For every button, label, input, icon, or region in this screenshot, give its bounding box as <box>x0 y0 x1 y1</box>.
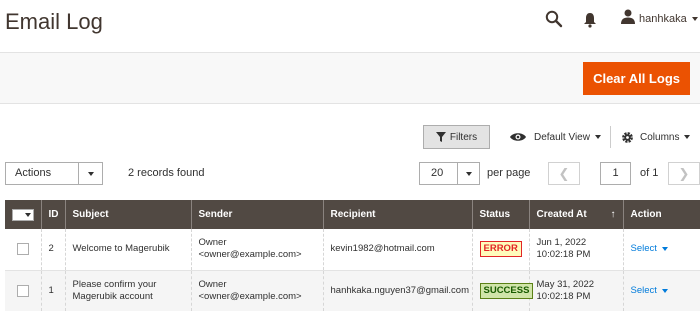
cell-id: 1 <box>40 270 65 311</box>
created-time: 10:02:18 PM <box>536 249 591 261</box>
cell-status: ERROR <box>471 229 529 271</box>
cell-subject: Welcome to Magerubik <box>64 229 191 271</box>
search-icon[interactable] <box>545 10 563 28</box>
status-badge: SUCCESS <box>479 282 534 299</box>
eye-icon <box>510 133 526 141</box>
column-header-sender[interactable]: Sender <box>190 200 323 229</box>
sender-email: <owner@example.com> <box>198 290 302 302</box>
cell-subject: Please confirm your Magerubik account <box>64 270 191 311</box>
row-action-label: Select <box>630 243 657 255</box>
clear-all-logs-button[interactable]: Clear All Logs <box>583 62 690 95</box>
subject-line: Please confirm your <box>72 278 157 290</box>
default-view-label: Default View <box>534 131 590 143</box>
row-checkbox[interactable] <box>17 243 29 256</box>
mass-actions-label: Actions <box>15 167 52 179</box>
chevron-down-icon <box>691 17 698 21</box>
column-header-action: Action <box>622 200 700 229</box>
row-checkbox[interactable] <box>17 284 29 297</box>
previous-page-button[interactable]: ❮ <box>548 162 580 185</box>
cell-recipient: kevin1982@hotmail.com <box>322 229 472 271</box>
row-action-select[interactable]: Select <box>631 285 694 297</box>
next-page-button[interactable]: ❯ <box>668 162 700 185</box>
filter-icon <box>435 132 446 142</box>
columns-dropdown[interactable]: Columns <box>621 126 691 148</box>
table-header-row: ID Subject Sender Recipient Status Creat… <box>5 200 700 229</box>
cell-status: SUCCESS <box>471 270 534 311</box>
cell-sender: Owner <owner@example.com> <box>190 229 323 271</box>
records-found: 2 records found <box>128 167 205 179</box>
gear-icon <box>622 131 633 143</box>
user-name: hanhkaka <box>639 13 687 25</box>
current-page-input[interactable]: 1 <box>600 162 631 185</box>
cell-created-at: Jun 1, 2022 10:02:18 PM <box>528 229 623 271</box>
column-header-created-at[interactable]: Created At ↑ <box>528 200 623 229</box>
cell-action: Select <box>622 229 700 271</box>
table-row: 1 Please confirm your Magerubik account … <box>5 270 700 311</box>
cell-action: Select <box>622 270 700 311</box>
column-header-id[interactable]: ID <box>40 200 65 229</box>
page-title: Email Log <box>5 9 103 34</box>
table-row: 2 Welcome to Magerubik Owner <owner@exam… <box>5 229 700 271</box>
sender-email: <owner@example.com> <box>198 249 302 261</box>
sender-name: Owner <box>198 237 227 249</box>
filters-label: Filters <box>449 131 478 143</box>
created-date: May 31, 2022 <box>536 278 595 290</box>
per-page-label: per page <box>487 167 531 179</box>
divider <box>610 126 611 148</box>
mass-select-header[interactable] <box>5 200 41 229</box>
user-icon <box>621 9 635 29</box>
chevron-down-icon <box>457 163 479 184</box>
mass-actions-select[interactable]: Actions <box>5 162 103 185</box>
created-date: Jun 1, 2022 <box>536 237 587 249</box>
sender-name: Owner <box>198 278 227 290</box>
columns-label: Columns <box>640 131 680 143</box>
per-page-value: 20 <box>431 167 444 179</box>
cell-id: 2 <box>40 229 65 271</box>
cell-sender: Owner <owner@example.com> <box>190 270 323 311</box>
chevron-down-icon <box>661 247 668 252</box>
bell-icon[interactable] <box>583 12 597 28</box>
column-header-subject[interactable]: Subject <box>64 200 191 229</box>
created-at-label: Created At <box>536 209 587 220</box>
mass-select-checkbox[interactable] <box>12 208 34 221</box>
default-view-dropdown[interactable]: Default View <box>510 126 601 148</box>
column-header-status[interactable]: Status <box>471 200 529 229</box>
page-actions-bar: Clear All Logs <box>0 52 700 104</box>
sort-arrow-icon: ↑ <box>610 209 616 220</box>
total-pages: of 1 <box>640 167 659 179</box>
chevron-down-icon <box>684 135 691 139</box>
filters-button[interactable]: Filters <box>423 125 490 149</box>
row-action-select[interactable]: Select <box>631 243 694 255</box>
user-menu[interactable]: hanhkaka <box>621 9 698 29</box>
column-header-recipient[interactable]: Recipient <box>322 200 472 229</box>
chevron-down-icon <box>594 135 601 139</box>
chevron-down-icon <box>661 288 668 293</box>
cell-recipient: hanhkaka.nguyen37@gmail.com <box>322 270 472 311</box>
created-time: 10:02:18 PM <box>536 290 591 302</box>
row-action-label: Select <box>630 284 657 296</box>
subject-line: Magerubik account <box>72 290 153 302</box>
email-log-table: ID Subject Sender Recipient Status Creat… <box>5 200 700 311</box>
per-page-select[interactable]: 20 <box>419 162 480 185</box>
cell-created-at: May 31, 2022 10:02:18 PM <box>528 270 623 311</box>
chevron-down-icon <box>78 163 102 184</box>
status-badge: ERROR <box>479 241 522 258</box>
